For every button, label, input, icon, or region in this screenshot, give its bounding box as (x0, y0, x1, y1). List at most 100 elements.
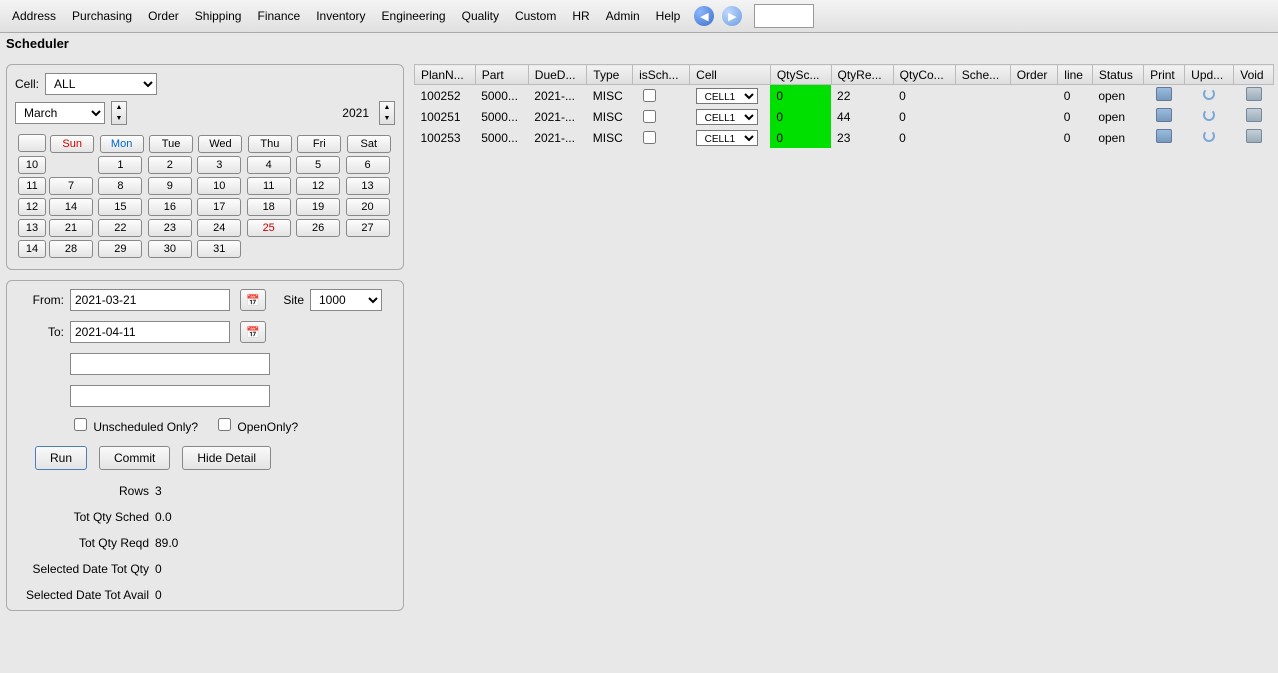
to-datepicker-icon[interactable]: 📅 (240, 321, 266, 343)
day-7[interactable]: 7 (49, 177, 93, 195)
day-26[interactable]: 26 (296, 219, 340, 237)
menu-finance[interactable]: Finance (251, 5, 306, 27)
day-12[interactable]: 12 (296, 177, 340, 195)
day-24[interactable]: 24 (197, 219, 241, 237)
day-18[interactable]: 18 (247, 198, 291, 216)
month-select[interactable]: March (15, 102, 105, 124)
commit-button[interactable]: Commit (99, 446, 170, 470)
col-cell[interactable]: Cell (690, 65, 771, 85)
menu-help[interactable]: Help (650, 5, 687, 27)
void-icon[interactable] (1246, 87, 1262, 101)
print-icon[interactable] (1156, 87, 1172, 101)
menu-shipping[interactable]: Shipping (189, 5, 248, 27)
day-17[interactable]: 17 (197, 198, 241, 216)
day-28[interactable]: 28 (49, 240, 93, 258)
day-19[interactable]: 19 (296, 198, 340, 216)
from-input[interactable] (70, 289, 230, 311)
hide-detail-button[interactable]: Hide Detail (182, 446, 271, 470)
menu-order[interactable]: Order (142, 5, 185, 27)
spin-up-icon[interactable]: ▲ (112, 102, 126, 113)
day-14[interactable]: 14 (49, 198, 93, 216)
menu-quality[interactable]: Quality (456, 5, 505, 27)
day-21[interactable]: 21 (49, 219, 93, 237)
nav-back-icon[interactable]: ◀ (694, 6, 714, 26)
print-icon[interactable] (1156, 108, 1172, 122)
day-16[interactable]: 16 (148, 198, 192, 216)
menu-address[interactable]: Address (6, 5, 62, 27)
col-upd[interactable]: Upd... (1185, 65, 1234, 85)
week-11[interactable]: 11 (18, 177, 46, 195)
site-select[interactable]: 1000 (310, 289, 382, 311)
issched-checkbox[interactable] (643, 131, 656, 144)
day-27[interactable]: 27 (346, 219, 390, 237)
col-part[interactable]: Part (475, 65, 528, 85)
col-qtysc[interactable]: QtySc... (770, 65, 831, 85)
day-4[interactable]: 4 (247, 156, 291, 174)
to-input[interactable] (70, 321, 230, 343)
day-20[interactable]: 20 (346, 198, 390, 216)
day-13[interactable]: 13 (346, 177, 390, 195)
col-dued[interactable]: DueD... (528, 65, 587, 85)
spin-down-icon[interactable]: ▼ (380, 113, 394, 124)
year-spinner[interactable]: ▲ ▼ (379, 101, 395, 125)
col-qtyco[interactable]: QtyCo... (893, 65, 955, 85)
week-10[interactable]: 10 (18, 156, 46, 174)
menu-engineering[interactable]: Engineering (376, 5, 452, 27)
day-29[interactable]: 29 (98, 240, 142, 258)
from-datepicker-icon[interactable]: 📅 (240, 289, 266, 311)
day-9[interactable]: 9 (148, 177, 192, 195)
void-icon[interactable] (1246, 129, 1262, 143)
col-void[interactable]: Void (1234, 65, 1274, 85)
menu-admin[interactable]: Admin (600, 5, 646, 27)
update-icon[interactable] (1203, 88, 1215, 100)
day-6[interactable]: 6 (346, 156, 390, 174)
day-11[interactable]: 11 (247, 177, 291, 195)
day-23[interactable]: 23 (148, 219, 192, 237)
week-12[interactable]: 12 (18, 198, 46, 216)
search-input[interactable] (754, 4, 814, 28)
extra-input-1[interactable] (70, 353, 270, 375)
day-10[interactable]: 10 (197, 177, 241, 195)
menu-purchasing[interactable]: Purchasing (66, 5, 138, 27)
unscheduled-checkbox[interactable]: Unscheduled Only? (70, 415, 198, 434)
day-31[interactable]: 31 (197, 240, 241, 258)
day-5[interactable]: 5 (296, 156, 340, 174)
day-22[interactable]: 22 (98, 219, 142, 237)
month-spinner[interactable]: ▲ ▼ (111, 101, 127, 125)
day-3[interactable]: 3 (197, 156, 241, 174)
cell-dropdown[interactable]: CELL1 (696, 88, 758, 104)
openonly-checkbox[interactable]: OpenOnly? (214, 415, 298, 434)
update-icon[interactable] (1203, 109, 1215, 121)
col-sche[interactable]: Sche... (955, 65, 1010, 85)
col-line[interactable]: line (1058, 65, 1093, 85)
col-plann[interactable]: PlanN... (415, 65, 476, 85)
col-issch[interactable]: isSch... (633, 65, 690, 85)
table-row[interactable]: 1002515000...2021-...MISCCELL104400open (415, 106, 1274, 127)
day-1[interactable]: 1 (98, 156, 142, 174)
week-14[interactable]: 14 (18, 240, 46, 258)
extra-input-2[interactable] (70, 385, 270, 407)
cell-select[interactable]: ALL (45, 73, 157, 95)
spin-down-icon[interactable]: ▼ (112, 113, 126, 124)
menu-hr[interactable]: HR (566, 5, 595, 27)
nav-forward-icon[interactable]: ▶ (722, 6, 742, 26)
menu-inventory[interactable]: Inventory (310, 5, 371, 27)
void-icon[interactable] (1246, 108, 1262, 122)
menu-custom[interactable]: Custom (509, 5, 562, 27)
col-qtyre[interactable]: QtyRe... (831, 65, 893, 85)
day-15[interactable]: 15 (98, 198, 142, 216)
col-order[interactable]: Order (1010, 65, 1058, 85)
table-row[interactable]: 1002535000...2021-...MISCCELL102300open (415, 127, 1274, 148)
print-icon[interactable] (1156, 129, 1172, 143)
spin-up-icon[interactable]: ▲ (380, 102, 394, 113)
run-button[interactable]: Run (35, 446, 87, 470)
issched-checkbox[interactable] (643, 89, 656, 102)
cell-dropdown[interactable]: CELL1 (696, 109, 758, 125)
update-icon[interactable] (1203, 130, 1215, 142)
week-13[interactable]: 13 (18, 219, 46, 237)
col-print[interactable]: Print (1144, 65, 1185, 85)
day-8[interactable]: 8 (98, 177, 142, 195)
day-2[interactable]: 2 (148, 156, 192, 174)
table-row[interactable]: 1002525000...2021-...MISCCELL102200open (415, 85, 1274, 107)
day-30[interactable]: 30 (148, 240, 192, 258)
